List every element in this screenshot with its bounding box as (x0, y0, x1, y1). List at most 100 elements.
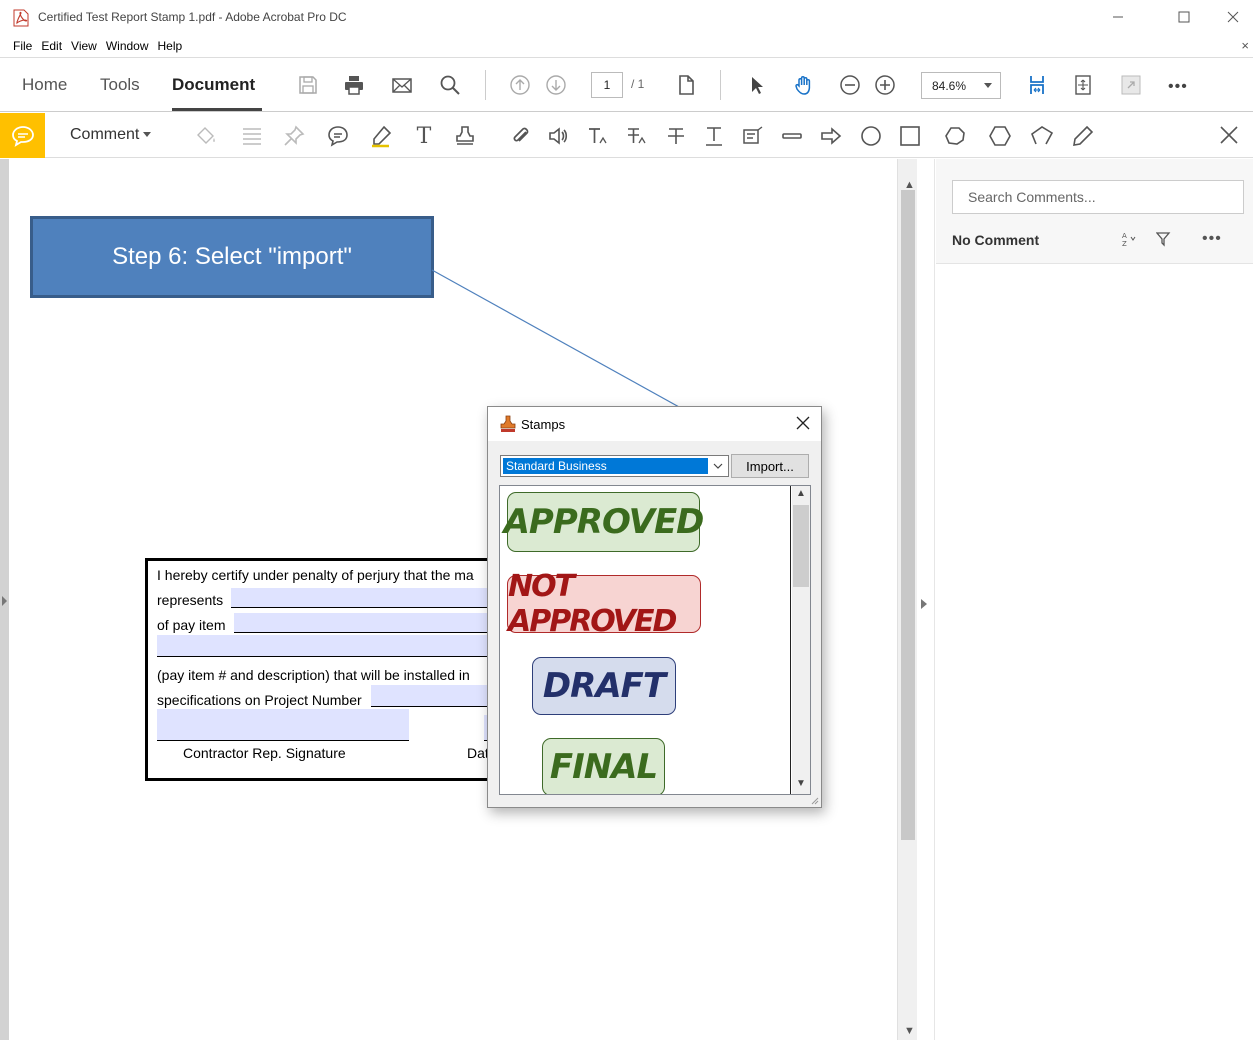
scroll-down-icon[interactable]: ▼ (904, 1025, 915, 1037)
page-icon (679, 75, 694, 95)
hexagon-icon (989, 126, 1011, 146)
stamp-list[interactable]: APPROVED NOT APPROVED DRAFT FINAL ▲ ▼ (499, 485, 811, 795)
text-box-button[interactable] (740, 123, 766, 149)
comment-dropdown[interactable]: Comment (70, 126, 152, 144)
insert-text-button[interactable] (585, 123, 611, 149)
contractor-signature-field[interactable] (157, 709, 409, 741)
cloud-tool-button[interactable] (942, 123, 968, 149)
project-number-field[interactable] (371, 685, 502, 707)
scroll-up-icon[interactable]: ▲ (796, 488, 806, 499)
circle-icon (861, 126, 881, 146)
fit-page-button[interactable] (1070, 72, 1096, 98)
represents-field[interactable] (231, 588, 502, 608)
page-number-input[interactable]: 1 (591, 72, 623, 98)
sticky-note-button[interactable] (325, 123, 351, 149)
highlight-button[interactable] (368, 123, 394, 149)
arrow-right-icon (821, 127, 842, 145)
collapse-right-panel-icon[interactable] (921, 599, 927, 609)
sort-button[interactable]: AZ (1120, 229, 1136, 249)
stamp-list-scrollbar[interactable]: ▲ ▼ (792, 486, 810, 794)
attach-file-button[interactable] (508, 123, 534, 149)
tab-home[interactable]: Home (22, 75, 67, 95)
filter-icon (1156, 232, 1171, 247)
speech-bubble-icon (11, 125, 34, 147)
replace-text-button[interactable] (624, 123, 650, 149)
scroll-thumb[interactable] (901, 190, 915, 840)
right-panel-splitter[interactable] (917, 159, 935, 1040)
scroll-down-icon[interactable]: ▼ (796, 778, 806, 789)
record-audio-button[interactable] (545, 123, 571, 149)
strikethrough-button[interactable] (663, 123, 689, 149)
stamps-dialog-titlebar[interactable]: Stamps (488, 407, 821, 441)
svg-text:A: A (1122, 232, 1127, 240)
line-style-button[interactable] (239, 123, 265, 149)
tab-tools[interactable]: Tools (100, 75, 140, 95)
menu-window[interactable]: Window (106, 39, 149, 53)
stamp-final[interactable]: FINAL (542, 738, 665, 794)
close-document-button[interactable]: × (1241, 38, 1249, 53)
filter-button[interactable] (1156, 229, 1172, 249)
pin-button[interactable] (281, 123, 307, 149)
menu-view[interactable]: View (71, 39, 97, 53)
next-page-button[interactable] (543, 72, 569, 98)
envelope-icon (392, 78, 412, 93)
pay-item-field[interactable] (234, 613, 502, 633)
close-window-button[interactable] (1213, 4, 1253, 30)
pencil-tool-button[interactable] (1070, 123, 1096, 149)
document-scrollbar[interactable]: ▲ ▼ (897, 159, 917, 1040)
chevron-down-icon (713, 463, 723, 469)
replace-text-icon (628, 128, 646, 144)
menu-file[interactable]: File (13, 39, 32, 53)
zoom-in-button[interactable] (872, 72, 898, 98)
menu-edit[interactable]: Edit (41, 39, 62, 53)
stamp-category-select[interactable]: Standard Business (500, 455, 729, 477)
rectangle-tool-button[interactable] (897, 123, 923, 149)
scroll-thumb[interactable] (793, 505, 809, 587)
more-tools-button[interactable]: ••• (1168, 78, 1188, 96)
minimize-icon (1113, 16, 1123, 18)
print-button[interactable] (341, 72, 367, 98)
arrow-tool-button[interactable] (818, 123, 844, 149)
minimize-button[interactable] (1098, 4, 1138, 30)
left-panel-toggle[interactable] (0, 159, 9, 1040)
select-tool-button[interactable] (744, 72, 770, 98)
form-label-represents: represents (157, 592, 224, 608)
stamp-approved[interactable]: APPROVED (504, 492, 704, 552)
tab-document[interactable]: Document (172, 75, 255, 95)
page-view-button[interactable] (673, 72, 699, 98)
polygon-line-tool-button[interactable] (1029, 123, 1055, 149)
import-button[interactable]: Import... (731, 454, 809, 478)
find-button[interactable] (437, 72, 463, 98)
stamp-tool-button[interactable] (452, 123, 478, 149)
fill-color-button[interactable] (193, 123, 219, 149)
comments-more-button[interactable]: ••• (1202, 229, 1222, 249)
stamp-draft[interactable]: DRAFT (532, 657, 676, 715)
zoom-out-button[interactable] (837, 72, 863, 98)
zoom-level-select[interactable]: 84.6% (921, 72, 1001, 99)
search-comments-input[interactable]: Search Comments... (952, 180, 1244, 214)
close-icon (1227, 11, 1239, 23)
chevron-down-icon (984, 83, 992, 88)
save-button[interactable] (295, 72, 321, 98)
acrobat-pdf-icon (13, 9, 29, 27)
email-button[interactable] (389, 72, 415, 98)
stamp-not-approved[interactable]: NOT APPROVED (507, 569, 701, 639)
resize-grip-icon[interactable] (809, 795, 819, 805)
oval-tool-button[interactable] (858, 123, 884, 149)
svg-text:Z: Z (1122, 240, 1127, 247)
menu-help[interactable]: Help (158, 39, 183, 53)
paperclip-icon (513, 127, 529, 142)
previous-page-button[interactable] (507, 72, 533, 98)
close-comment-toolbar-icon[interactable] (1217, 123, 1241, 147)
full-screen-button[interactable] (1118, 72, 1144, 98)
form-label-project-number: specifications on Project Number (157, 692, 362, 708)
add-text-button[interactable]: T (411, 123, 437, 149)
fit-width-button[interactable] (1024, 72, 1050, 98)
pay-item-description-field[interactable] (157, 635, 502, 657)
close-icon[interactable] (795, 415, 811, 431)
line-tool-button[interactable] (779, 123, 805, 149)
maximize-button[interactable] (1164, 4, 1204, 30)
underline-button[interactable] (701, 123, 727, 149)
polygon-tool-button[interactable] (987, 123, 1013, 149)
hand-tool-button[interactable] (791, 72, 817, 98)
